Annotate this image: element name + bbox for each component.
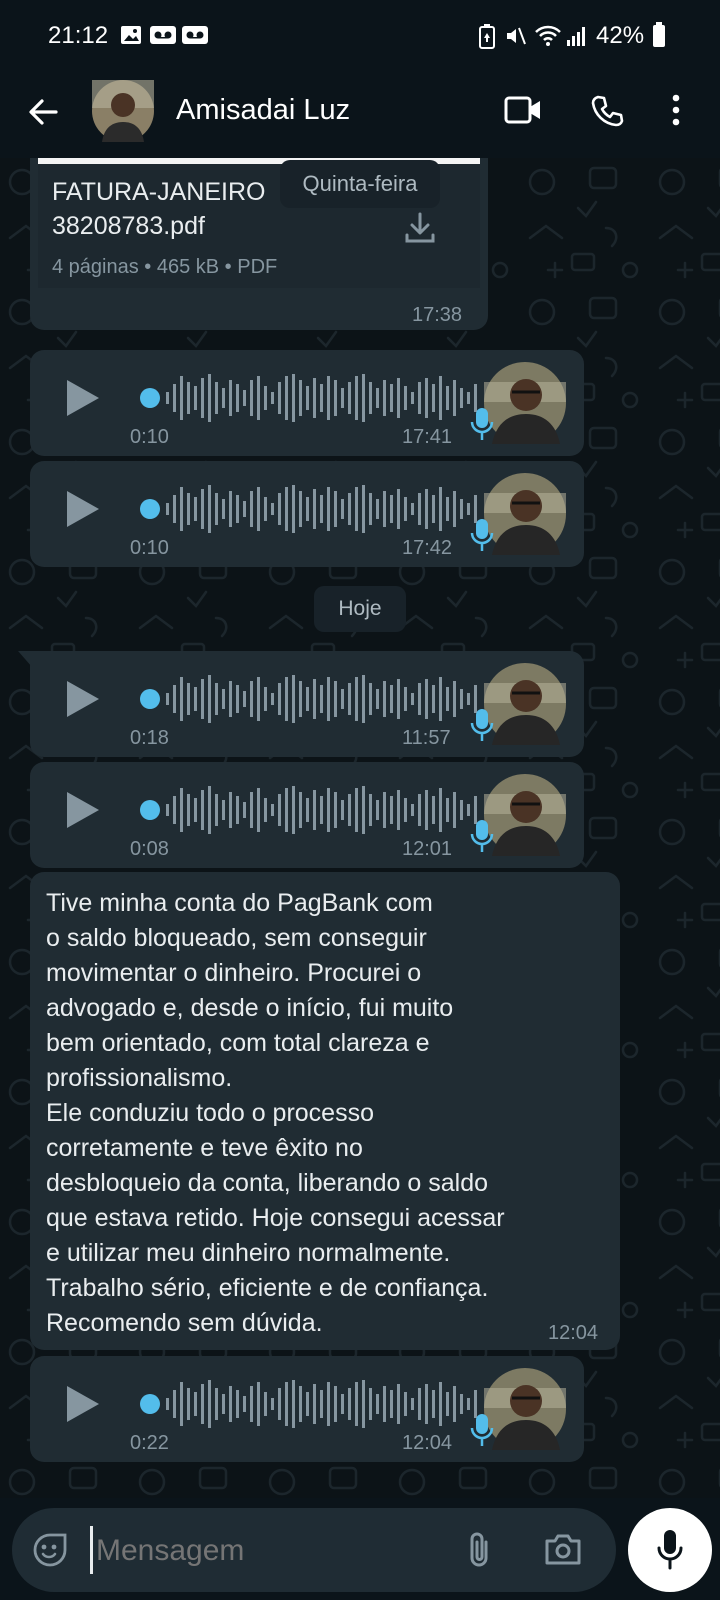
message-line: Ele conduziu todo o processo xyxy=(46,1099,374,1127)
message-line: que estava retido. Hoje consegui acessar xyxy=(46,1204,505,1232)
sender-avatar xyxy=(484,1368,566,1450)
play-icon[interactable] xyxy=(64,378,100,418)
battery-saver-icon xyxy=(479,24,495,49)
bubble-tail xyxy=(18,651,32,667)
voice-message[interactable]: 0:22 12:04 xyxy=(30,1356,584,1462)
status-bar: 21:12 42% xyxy=(0,0,720,72)
message-time: 12:04 xyxy=(402,1432,453,1454)
message-line: bem orientado, com total clareza e xyxy=(46,1029,430,1057)
video-call-icon[interactable] xyxy=(504,96,542,124)
mic-badge-icon xyxy=(470,709,494,741)
message-line: Tive minha conta do PagBank com xyxy=(46,889,433,917)
message-time: 11:57 xyxy=(402,727,451,749)
sender-avatar xyxy=(484,362,566,444)
audio-waveform[interactable] xyxy=(134,477,494,537)
document-meta: 4 páginas • 465 kB • PDF xyxy=(52,256,278,278)
voice-duration: 0:08 xyxy=(130,838,169,860)
status-time: 21:12 xyxy=(48,22,109,49)
play-icon[interactable] xyxy=(64,679,100,719)
voicemail-notification-icon-2 xyxy=(182,26,208,44)
contact-name[interactable]: Amisadai Luz xyxy=(176,94,350,127)
mic-badge-icon xyxy=(470,408,494,440)
download-icon[interactable] xyxy=(402,210,438,246)
message-time: 17:38 xyxy=(412,304,463,326)
sender-avatar xyxy=(484,774,566,856)
mic-badge-icon xyxy=(470,1414,494,1446)
message-line: movimentar o dinheiro. Procurei o xyxy=(46,959,422,987)
battery-percent: 42% xyxy=(596,22,645,49)
message-time: 12:04 xyxy=(548,1322,599,1344)
contact-avatar[interactable] xyxy=(92,80,154,142)
audio-waveform[interactable] xyxy=(134,667,494,727)
message-line: o saldo bloqueado, sem conseguir xyxy=(46,924,427,952)
message-line: corretamente e teve êxito no xyxy=(46,1134,363,1162)
play-icon[interactable] xyxy=(64,1384,100,1424)
voice-duration: 0:22 xyxy=(130,1432,169,1454)
message-time: 17:41 xyxy=(402,426,453,448)
sender-avatar xyxy=(484,473,566,555)
play-icon[interactable] xyxy=(64,790,100,830)
sticker-emoji-icon[interactable] xyxy=(32,1532,68,1568)
floating-date-chip: Quinta-feira xyxy=(280,160,440,208)
message-input[interactable] xyxy=(94,1524,458,1578)
voice-message[interactable]: 0:18 11:57 xyxy=(18,651,584,757)
voice-message[interactable]: 0:10 17:42 xyxy=(30,461,584,567)
sender-avatar xyxy=(484,663,566,745)
voice-duration: 0:10 xyxy=(130,537,169,559)
audio-waveform[interactable] xyxy=(134,366,494,426)
more-options-icon[interactable] xyxy=(670,92,682,128)
message-time: 17:42 xyxy=(402,537,453,559)
voice-duration: 0:10 xyxy=(130,426,169,448)
gallery-notification-icon xyxy=(121,26,141,44)
message-text: Tive minha conta do PagBank com o saldo … xyxy=(46,886,612,1341)
message-line: profissionalismo. xyxy=(46,1064,233,1092)
mic-badge-icon xyxy=(470,519,494,551)
audio-waveform[interactable] xyxy=(134,778,494,838)
message-line: e utilizar meu dinheiro normalmente. xyxy=(46,1239,451,1267)
audio-waveform[interactable] xyxy=(134,1372,494,1432)
wifi-icon xyxy=(535,25,561,46)
mute-icon xyxy=(507,27,526,45)
attach-paperclip-icon[interactable] xyxy=(466,1530,494,1570)
signal-icon xyxy=(567,27,585,46)
chat-area[interactable]: FATURA-JANEIRO 38208783.pdf 4 páginas • … xyxy=(0,158,720,1498)
voice-message[interactable]: 0:10 17:41 xyxy=(30,350,584,456)
chat-header: Amisadai Luz xyxy=(0,72,720,158)
battery-icon xyxy=(653,22,665,47)
camera-icon[interactable] xyxy=(544,1532,582,1566)
message-time: 12:01 xyxy=(402,838,453,860)
message-composer[interactable] xyxy=(12,1508,616,1592)
voice-record-button[interactable] xyxy=(628,1508,712,1592)
voice-duration: 0:18 xyxy=(130,727,169,749)
message-line: Recomendo sem dúvida. xyxy=(46,1309,323,1337)
message-line: advogado e, desde o início, fui muito xyxy=(46,994,454,1022)
document-filename-line1: FATURA-JANEIRO xyxy=(52,178,266,206)
voice-call-icon[interactable] xyxy=(590,94,624,128)
text-message[interactable]: Tive minha conta do PagBank com o saldo … xyxy=(30,872,620,1350)
voicemail-notification-icon xyxy=(150,26,176,44)
voice-message[interactable]: 0:08 12:01 xyxy=(30,762,584,868)
date-separator: Hoje xyxy=(314,586,406,632)
microphone-icon xyxy=(657,1530,683,1570)
message-line: desbloqueio da conta, liberando o saldo xyxy=(46,1169,489,1197)
text-cursor xyxy=(90,1526,93,1574)
document-filename-line2: 38208783.pdf xyxy=(52,212,205,240)
message-line: Trabalho sério, eficiente e de confiança… xyxy=(46,1274,489,1302)
back-arrow-icon[interactable] xyxy=(26,95,60,129)
play-icon[interactable] xyxy=(64,489,100,529)
mic-badge-icon xyxy=(470,820,494,852)
